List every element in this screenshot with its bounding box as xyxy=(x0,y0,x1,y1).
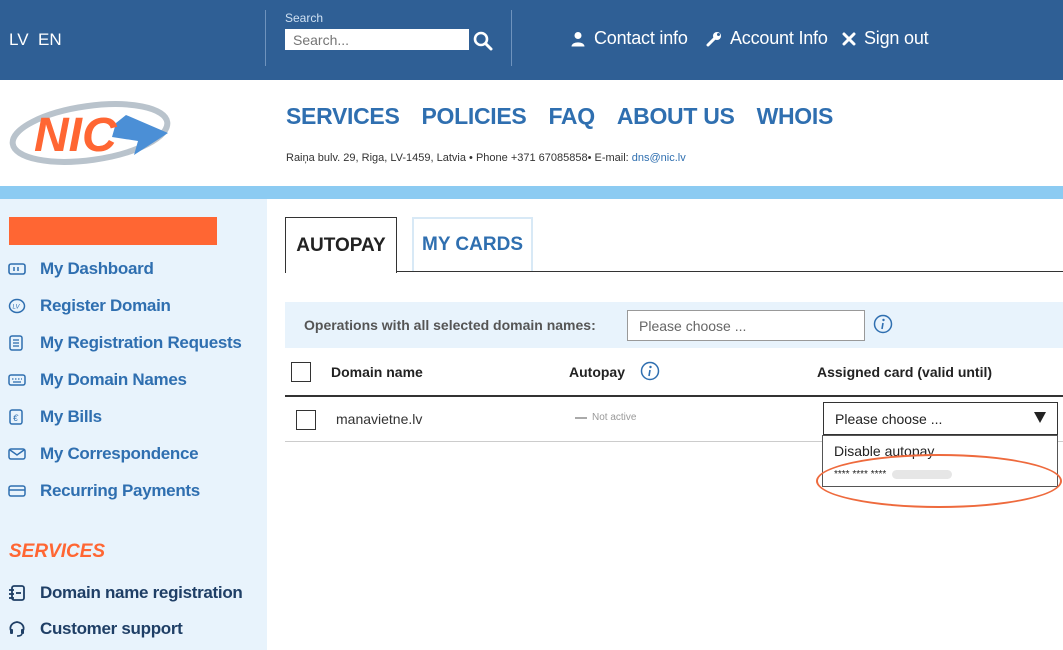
assigned-card-dropdown: Disable autopay **** **** **** xyxy=(822,435,1058,487)
domain-name-cell: manavietne.lv xyxy=(336,411,423,427)
registration-icon xyxy=(8,584,30,602)
nav-policies[interactable]: POLICIES xyxy=(422,103,527,130)
tab-underline xyxy=(396,271,1063,272)
bulk-operations-bar: Operations with all selected domain name… xyxy=(285,302,1063,348)
contact-info-link[interactable]: Contact info xyxy=(570,28,688,49)
sidebar-item-bills[interactable]: € My Bills xyxy=(8,407,102,427)
sidebar-item-label: My Dashboard xyxy=(40,259,154,278)
keyboard-icon xyxy=(8,371,30,389)
assigned-card-select[interactable]: Please choose ... xyxy=(823,402,1058,435)
address-text: Raiņa bulv. 29, Riga, LV-1459, Latvia • … xyxy=(286,152,632,164)
sidebar: My Dashboard LV Register Domain My Regis… xyxy=(0,199,267,650)
svg-text:LV: LV xyxy=(13,305,21,311)
requests-icon xyxy=(8,334,30,352)
divider xyxy=(265,10,266,66)
top-bar: LV EN Search Contact info Account Info S… xyxy=(0,0,1063,80)
header-divider-bar xyxy=(0,186,1063,199)
search-input[interactable] xyxy=(285,29,469,50)
assigned-card-select-value: Please choose ... xyxy=(835,411,943,427)
sidebar-item-label: My Registration Requests xyxy=(40,333,242,352)
option-saved-card[interactable]: **** **** **** xyxy=(834,469,953,480)
bulk-operations-select[interactable]: Please choose ... xyxy=(627,310,865,341)
redacted-digits xyxy=(892,470,953,479)
lang-lv-link[interactable]: LV xyxy=(9,30,29,50)
support-icon xyxy=(8,620,30,638)
sidebar-item-domain-names[interactable]: My Domain Names xyxy=(8,370,187,390)
dash-icon xyxy=(575,416,587,419)
sidebar-item-register-domain[interactable]: LV Register Domain xyxy=(8,296,171,316)
lv-domain-icon: LV xyxy=(8,297,30,315)
close-icon xyxy=(842,32,856,45)
nav-whois[interactable]: WHOIS xyxy=(757,103,834,130)
masked-card-number: **** **** **** xyxy=(834,469,887,480)
nav-services[interactable]: SERVICES xyxy=(286,103,400,130)
user-icon xyxy=(571,31,585,46)
dashboard-icon xyxy=(8,260,30,278)
info-icon[interactable] xyxy=(873,314,893,334)
tab-my-cards[interactable]: MY CARDS xyxy=(412,217,533,271)
table-header: Domain name Autopay Assigned card (valid… xyxy=(285,348,1063,397)
sidebar-item-label: Recurring Payments xyxy=(40,481,200,500)
sign-out-label: Sign out xyxy=(864,28,929,48)
column-header-domain: Domain name xyxy=(331,364,423,380)
row-checkbox[interactable] xyxy=(296,410,316,430)
user-banner xyxy=(9,217,217,245)
select-all-checkbox[interactable] xyxy=(291,362,311,382)
email-link[interactable]: dns@nic.lv xyxy=(632,152,686,164)
sidebar-item-label: My Correspondence xyxy=(40,444,199,463)
sign-out-link[interactable]: Sign out xyxy=(842,28,929,49)
sidebar-item-label: Domain name registration xyxy=(40,583,243,602)
autopay-status: Not active xyxy=(575,412,636,423)
account-info-label: Account Info xyxy=(730,28,828,48)
lang-en-link[interactable]: EN xyxy=(38,30,62,50)
svg-text:€: € xyxy=(13,413,19,423)
divider xyxy=(511,10,512,66)
autopay-status-label: Not active xyxy=(592,412,637,423)
tab-autopay[interactable]: AUTOPAY xyxy=(285,217,397,273)
nav-about-us[interactable]: ABOUT US xyxy=(617,103,735,130)
sidebar-item-domain-registration[interactable]: Domain name registration xyxy=(8,583,243,603)
option-disable-autopay[interactable]: Disable autopay xyxy=(834,443,934,459)
card-icon xyxy=(8,482,30,500)
bulk-operations-label: Operations with all selected domain name… xyxy=(304,317,596,333)
search-icon xyxy=(473,31,493,51)
search-label: Search xyxy=(285,11,324,25)
nic-logo[interactable]: NIC xyxy=(8,97,180,167)
dropdown-arrow-icon xyxy=(1034,412,1046,423)
sidebar-item-label: Register Domain xyxy=(40,296,171,315)
contact-address: Raiņa bulv. 29, Riga, LV-1459, Latvia • … xyxy=(286,152,686,164)
logo-text: NIC xyxy=(34,109,118,162)
sidebar-item-label: My Domain Names xyxy=(40,370,187,389)
search-button[interactable] xyxy=(472,30,496,52)
sidebar-item-dashboard[interactable]: My Dashboard xyxy=(8,259,154,279)
account-info-link[interactable]: Account Info xyxy=(706,28,828,49)
envelope-icon xyxy=(8,445,30,463)
column-header-card: Assigned card (valid until) xyxy=(817,364,993,380)
sidebar-item-label: Customer support xyxy=(40,619,183,638)
info-icon[interactable] xyxy=(640,361,660,381)
sidebar-item-customer-support[interactable]: Customer support xyxy=(8,619,183,639)
contact-info-label: Contact info xyxy=(594,28,688,48)
main-nav: SERVICES POLICIES FAQ ABOUT US WHOIS xyxy=(286,103,833,130)
nav-faq[interactable]: FAQ xyxy=(548,103,595,130)
euro-icon: € xyxy=(8,408,30,426)
sidebar-item-correspondence[interactable]: My Correspondence xyxy=(8,444,199,464)
sidebar-item-registration-requests[interactable]: My Registration Requests xyxy=(8,333,242,353)
column-header-autopay: Autopay xyxy=(569,364,625,380)
sidebar-item-label: My Bills xyxy=(40,407,102,426)
wrench-icon xyxy=(706,31,721,46)
services-heading: SERVICES xyxy=(9,541,106,562)
sidebar-item-recurring-payments[interactable]: Recurring Payments xyxy=(8,481,200,501)
